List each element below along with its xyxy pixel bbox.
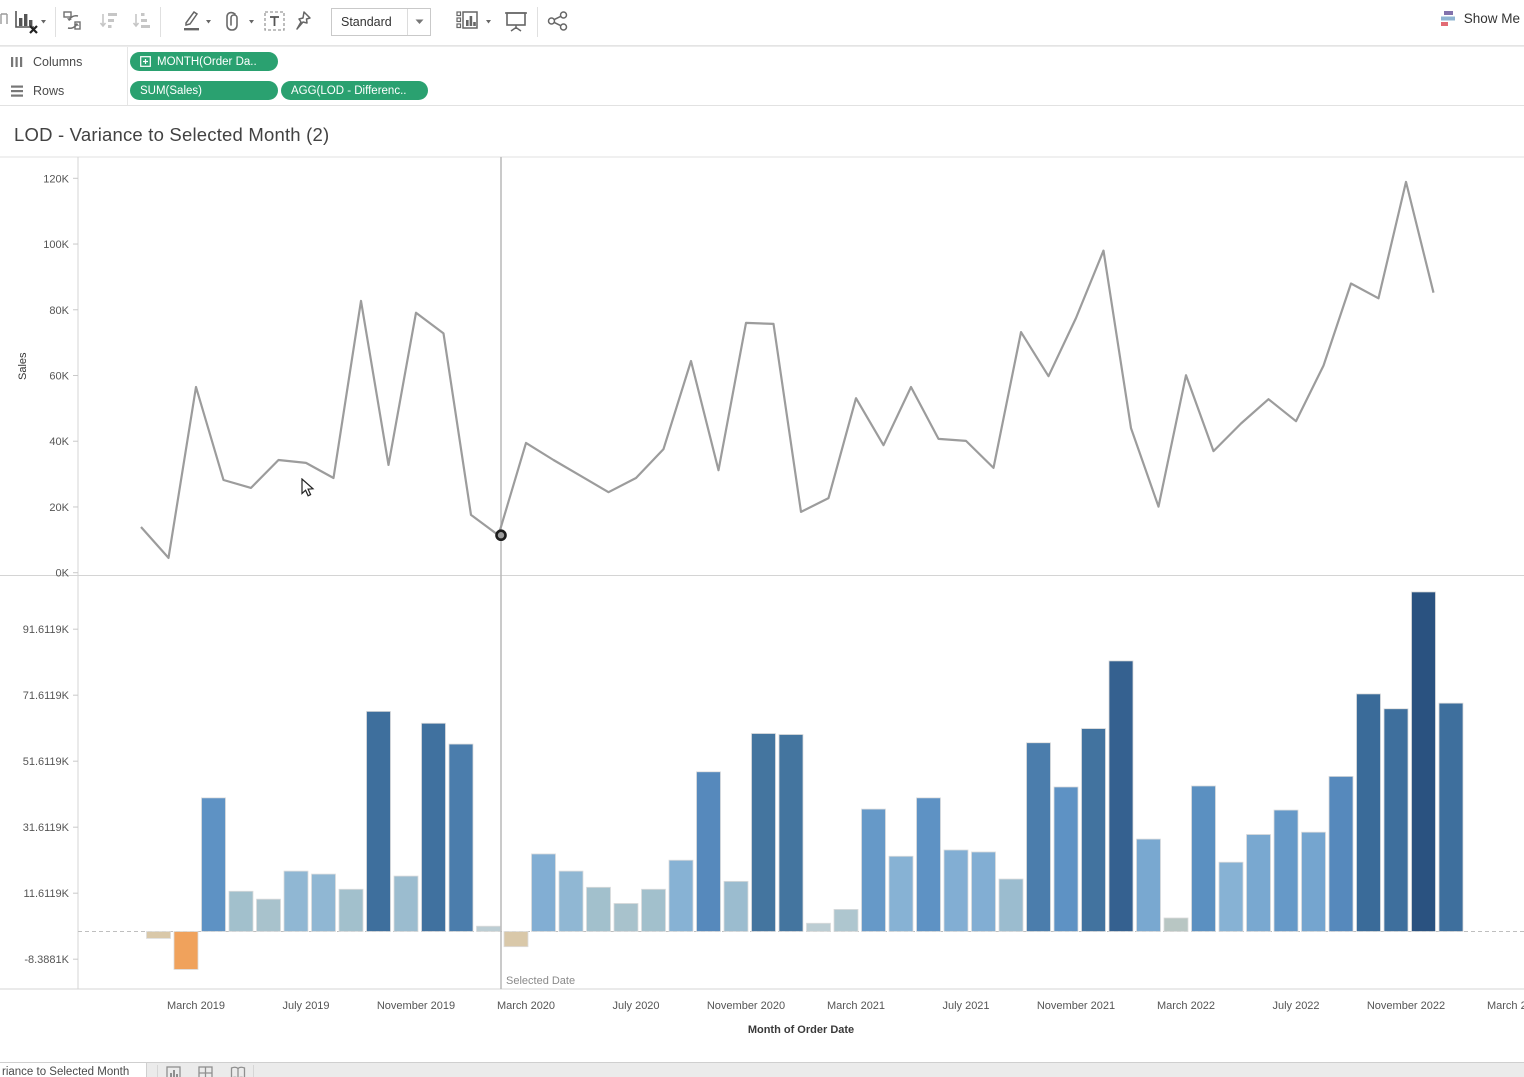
difference-axis-tick-label: -8.3881K xyxy=(24,954,69,966)
month-axis-tick-label: November 2022 xyxy=(1367,1000,1445,1012)
difference-bar-mark[interactable] xyxy=(971,851,996,932)
difference-bar-mark[interactable] xyxy=(393,875,419,932)
difference-bar-mark[interactable] xyxy=(1218,861,1244,932)
difference-bar-mark[interactable] xyxy=(283,870,309,932)
sales-axis-tick-label: 100K xyxy=(43,239,69,251)
difference-bar-mark[interactable] xyxy=(1136,838,1161,932)
difference-bar-mark[interactable] xyxy=(1191,785,1216,932)
difference-bar-mark[interactable] xyxy=(916,797,941,932)
difference-bar-mark[interactable] xyxy=(668,859,694,932)
month-axis-tick-label: November 2021 xyxy=(1037,1000,1115,1012)
sales-axis-tick-label: 120K xyxy=(43,173,69,185)
difference-bar-mark[interactable] xyxy=(531,853,556,932)
tableau-window: { "toolbar": { "fit_selector_value": "St… xyxy=(0,0,1524,1077)
difference-bar-mark[interactable] xyxy=(943,849,969,932)
difference-bar-mark[interactable] xyxy=(1246,834,1271,932)
tab-strip-separator xyxy=(157,1065,158,1077)
difference-bar-mark[interactable] xyxy=(1383,708,1409,932)
difference-bar-mark[interactable] xyxy=(338,888,364,932)
difference-axis-tick-label: 51.6119K xyxy=(23,756,70,768)
difference-bar-mark[interactable] xyxy=(1356,693,1381,932)
difference-bar-mark[interactable] xyxy=(311,873,336,932)
active-sheet-tab-label: riance to Selected Month xyxy=(2,1066,130,1077)
month-axis-tick-label: July 2020 xyxy=(612,1000,659,1012)
sales-axis-tick-label: 0K xyxy=(56,568,70,580)
difference-axis-tick-label: 31.6119K xyxy=(23,822,70,834)
new-dashboard-icon[interactable] xyxy=(198,1066,214,1077)
tab-strip-separator xyxy=(253,1065,254,1077)
difference-bar-mark[interactable] xyxy=(861,808,886,932)
difference-bar-mark[interactable] xyxy=(146,931,171,939)
new-story-icon[interactable] xyxy=(230,1066,246,1077)
sales-axis-tick-label: 20K xyxy=(49,502,69,514)
month-axis-tick-label: November 2020 xyxy=(707,1000,785,1012)
difference-bar-mark[interactable] xyxy=(1026,742,1051,932)
month-axis-tick-label: March 2019 xyxy=(167,1000,225,1012)
difference-bar-mark[interactable] xyxy=(696,771,721,932)
difference-bar-mark[interactable] xyxy=(723,880,749,932)
difference-bar-mark[interactable] xyxy=(888,855,914,932)
difference-bar-mark[interactable] xyxy=(421,722,446,932)
difference-bar-mark[interactable] xyxy=(641,888,666,932)
selected-month-marker[interactable] xyxy=(495,529,507,542)
active-sheet-tab[interactable]: riance to Selected Month xyxy=(0,1063,147,1077)
mouse-cursor xyxy=(301,477,317,503)
difference-axis-tick-label: 91.6119K xyxy=(23,624,70,636)
sheet-tab-strip: riance to Selected Month xyxy=(0,1062,1524,1077)
month-axis-tick-label: November 2019 xyxy=(377,1000,455,1012)
difference-bar-mark[interactable] xyxy=(256,898,281,932)
sales-line[interactable] xyxy=(140,180,1435,559)
selected-date-annotation: Selected Date xyxy=(506,975,575,987)
difference-bar-mark[interactable] xyxy=(503,931,529,948)
difference-bar-mark[interactable] xyxy=(366,710,391,932)
difference-bar-mark[interactable] xyxy=(778,734,804,932)
month-axis-tick-label: March 2023 xyxy=(1487,1000,1524,1012)
difference-bar-mark[interactable] xyxy=(228,890,254,932)
difference-bar-mark[interactable] xyxy=(1328,776,1354,932)
difference-bar-mark[interactable] xyxy=(1301,831,1326,932)
chart-area: 0K 20K 40K 60K 80K 100K 120K Sales -8.3881K 11.61… xyxy=(0,156,1524,1036)
difference-bar-mark[interactable] xyxy=(448,743,474,932)
difference-bar-mark[interactable] xyxy=(806,922,831,932)
sales-axis-tick-label: 80K xyxy=(49,305,69,317)
month-axis-tick-label: July 2022 xyxy=(1272,1000,1319,1012)
difference-bar-mark[interactable] xyxy=(1053,786,1079,932)
difference-axis-tick-label: 11.6119K xyxy=(24,888,70,900)
month-axis-tick-label: March 2021 xyxy=(827,1000,885,1012)
sales-axis-tick-label: 60K xyxy=(49,370,69,382)
month-axis-tick-label: March 2020 xyxy=(497,1000,555,1012)
difference-bar-mark[interactable] xyxy=(586,886,611,932)
sales-axis-title: Sales xyxy=(17,352,29,380)
difference-bar-mark[interactable] xyxy=(613,903,639,932)
difference-bar-mark[interactable] xyxy=(476,925,501,932)
x-axis-title: Month of Order Date xyxy=(748,1024,854,1036)
sales-axis-tick-label: 40K xyxy=(49,436,69,448)
difference-bar-mark[interactable] xyxy=(1438,702,1464,932)
difference-bar-mark[interactable] xyxy=(751,733,776,932)
difference-axis-tick-label: 71.6119K xyxy=(23,690,70,702)
difference-bar-mark[interactable] xyxy=(201,797,226,932)
difference-bar-mark[interactable] xyxy=(1163,917,1189,932)
difference-bar-mark[interactable] xyxy=(558,870,584,932)
month-axis-tick-label: July 2021 xyxy=(942,1000,989,1012)
difference-bar-mark[interactable] xyxy=(1081,728,1106,932)
month-axis-tick-label: July 2019 xyxy=(282,1000,329,1012)
difference-bar-mark[interactable] xyxy=(998,878,1024,932)
difference-bar-mark[interactable] xyxy=(1411,591,1436,932)
difference-bar-mark[interactable] xyxy=(1108,660,1134,932)
month-axis-tick-label: March 2022 xyxy=(1157,1000,1215,1012)
difference-bar-mark[interactable] xyxy=(833,908,859,932)
difference-bar-mark[interactable] xyxy=(1273,809,1299,932)
difference-bar-mark[interactable] xyxy=(173,931,199,970)
new-worksheet-icon[interactable] xyxy=(166,1066,182,1077)
